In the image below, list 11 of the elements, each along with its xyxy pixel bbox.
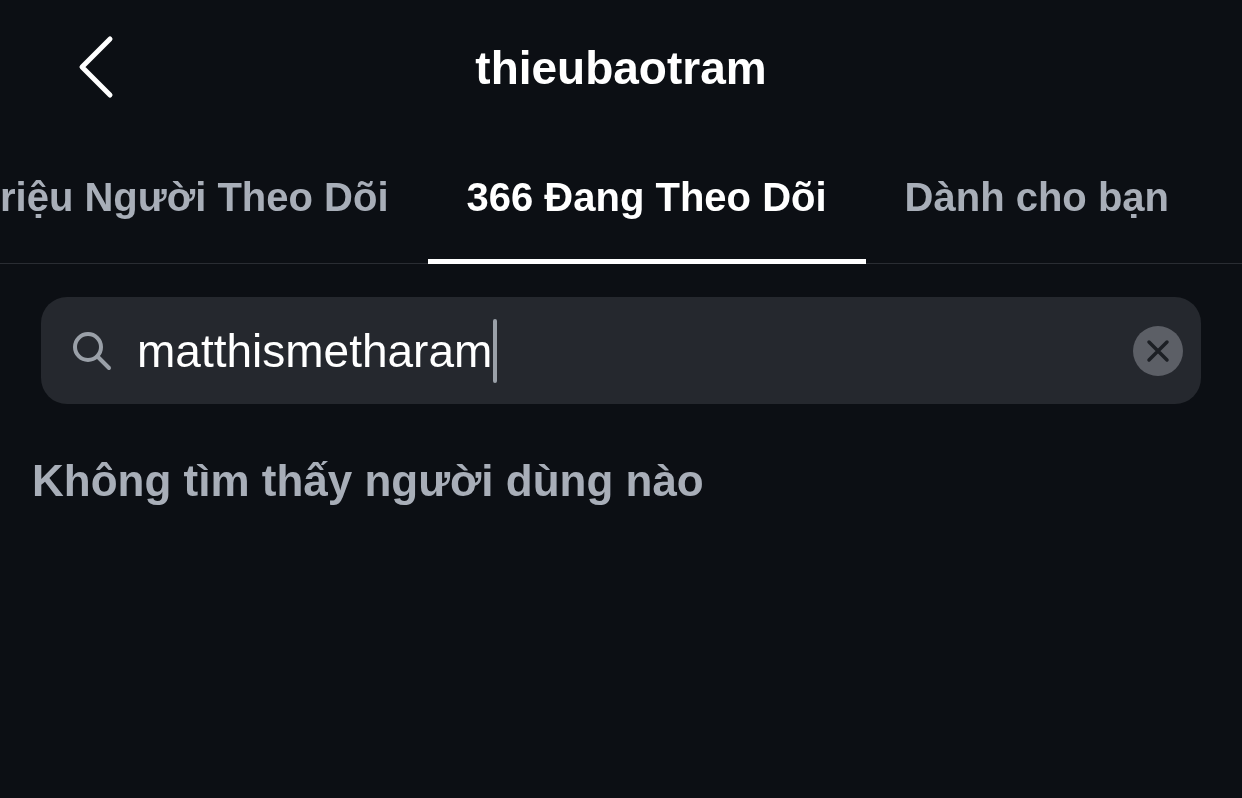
empty-message: Không tìm thấy người dùng nào [32, 456, 705, 506]
profile-username: thieubaotram [475, 41, 767, 95]
search-value: matthismetharam [137, 323, 493, 378]
text-cursor [493, 318, 498, 383]
search-field[interactable]: matthismetharam [41, 297, 1201, 404]
tab[interactable]: riệu Người Theo Dõi [0, 136, 428, 264]
search-icon [71, 329, 113, 372]
close-icon [1146, 338, 1170, 363]
clear-button[interactable] [1133, 325, 1183, 376]
tab[interactable]: Dành cho bạn [865, 136, 1209, 264]
tab[interactable]: 366 Đang Theo Dõi [427, 136, 866, 264]
